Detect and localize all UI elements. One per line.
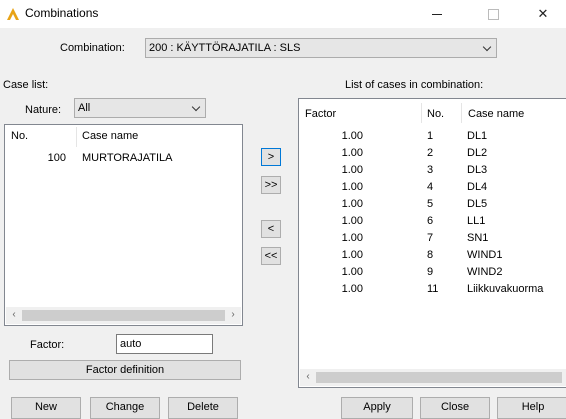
cell-factor: 1.00 (341, 283, 363, 295)
table-row[interactable]: 1.00 6 LL1 (299, 213, 566, 230)
horizontal-scrollbar[interactable]: ‹ (300, 369, 566, 386)
scroll-right-icon[interactable]: › (227, 309, 239, 321)
minimize-icon (432, 13, 442, 15)
combination-select[interactable]: 200 : KÄYTTÖRAJATILA : SLS (145, 38, 497, 58)
case-list-table[interactable]: No. Case name 100 MURTORAJATILA ‹ › (4, 124, 243, 326)
column-header-no[interactable]: No. (11, 125, 28, 147)
combination-cases-table[interactable]: Factor No. Case name 1.00 1 DL1 1.00 2 DL2 1.0… (298, 98, 566, 388)
close-window-button[interactable]: ✕ (520, 0, 566, 28)
cell-factor: 1.00 (341, 147, 363, 159)
cell-no: 2 (427, 147, 434, 159)
cell-case-name: DL2 (467, 147, 488, 159)
close-button[interactable]: Close (420, 397, 490, 419)
remove-case-button[interactable]: < (261, 220, 281, 238)
cell-no: 5 (427, 198, 434, 210)
table-row[interactable]: 1.00 2 DL2 (299, 145, 566, 162)
column-header-case-name[interactable]: Case name (82, 125, 138, 147)
combination-cases-label: List of cases in combination: (345, 79, 484, 91)
nature-select[interactable]: All (74, 98, 206, 118)
nature-selected-value: All (78, 102, 91, 114)
minimize-button[interactable] (414, 0, 460, 28)
cell-case-name: DL3 (467, 164, 488, 176)
column-divider (461, 103, 462, 123)
cell-case-name: LL1 (467, 215, 486, 227)
table-row[interactable]: 1.00 4 DL4 (299, 179, 566, 196)
table-row[interactable]: 1.00 3 DL3 (299, 162, 566, 179)
table-row[interactable]: 1.00 9 WIND2 (299, 264, 566, 281)
delete-button[interactable]: Delete (168, 397, 238, 419)
cell-no: 11 (427, 283, 439, 295)
chevron-down-icon (191, 102, 201, 112)
cell-factor: 1.00 (341, 164, 363, 176)
scroll-thumb[interactable] (22, 310, 225, 321)
change-button[interactable]: Change (90, 397, 160, 419)
combination-label: Combination: (60, 42, 125, 54)
cell-case-name: WIND2 (467, 266, 503, 278)
table-row[interactable]: 1.00 7 SN1 (299, 230, 566, 247)
scroll-left-icon[interactable]: ‹ (302, 371, 314, 383)
title-bar: Combinations ✕ (0, 0, 566, 28)
combination-selected-value: 200 : KÄYTTÖRAJATILA : SLS (149, 42, 301, 54)
nature-label: Nature: (25, 104, 62, 116)
case-list-label: Case list: (3, 79, 49, 91)
case-name: MURTORAJATILA (82, 152, 173, 164)
table-row[interactable]: 1.00 8 WIND1 (299, 247, 566, 264)
cell-factor: 1.00 (341, 266, 363, 278)
chevron-down-icon (482, 42, 492, 52)
cell-case-name: SN1 (467, 232, 489, 244)
column-header-no[interactable]: No. (427, 103, 444, 125)
cell-case-name: DL5 (467, 198, 488, 210)
cell-no: 3 (427, 164, 434, 176)
maximize-button[interactable] (470, 0, 516, 28)
cell-factor: 1.00 (341, 249, 363, 261)
app-icon (7, 8, 19, 20)
add-all-cases-button[interactable]: >> (261, 176, 281, 194)
column-header-case-name[interactable]: Case name (468, 103, 524, 125)
cell-case-name: Liikkuvakuorma (467, 283, 544, 295)
table-row[interactable]: 1.00 1 DL1 (299, 128, 566, 145)
factor-definition-button[interactable]: Factor definition (9, 360, 241, 380)
new-button[interactable]: New (11, 397, 81, 419)
column-divider (421, 103, 422, 123)
scroll-thumb[interactable] (316, 372, 562, 383)
table-row[interactable]: 1.00 5 DL5 (299, 196, 566, 213)
horizontal-scrollbar[interactable]: ‹ › (6, 307, 241, 324)
cell-no: 7 (427, 232, 434, 244)
cell-no: 6 (427, 215, 434, 227)
table-row[interactable]: 100 MURTORAJATILA (5, 150, 242, 167)
cell-factor: 1.00 (341, 215, 363, 227)
apply-button[interactable]: Apply (341, 397, 413, 419)
column-header-factor[interactable]: Factor (305, 103, 336, 125)
cell-case-name: DL1 (467, 130, 488, 142)
cell-no: 4 (427, 181, 434, 193)
cell-no: 1 (427, 130, 434, 142)
cell-factor: 1.00 (341, 232, 363, 244)
cell-factor: 1.00 (341, 181, 363, 193)
column-divider (76, 127, 77, 147)
cell-no: 9 (427, 266, 434, 278)
case-no: 100 (47, 152, 66, 164)
cell-case-name: DL4 (467, 181, 488, 193)
table-row[interactable]: 1.00 11 Liikkuvakuorma (299, 281, 566, 298)
cell-case-name: WIND1 (467, 249, 503, 261)
help-button[interactable]: Help (497, 397, 566, 419)
scroll-left-icon[interactable]: ‹ (8, 309, 20, 321)
factor-input[interactable] (116, 334, 213, 354)
window-title: Combinations (25, 6, 99, 20)
remove-all-cases-button[interactable]: << (261, 247, 281, 265)
factor-label: Factor: (30, 339, 65, 351)
add-case-button[interactable]: > (261, 148, 281, 166)
cell-no: 8 (427, 249, 434, 261)
maximize-icon (487, 8, 499, 20)
close-icon: ✕ (537, 6, 549, 21)
cell-factor: 1.00 (341, 130, 363, 142)
cell-factor: 1.00 (341, 198, 363, 210)
